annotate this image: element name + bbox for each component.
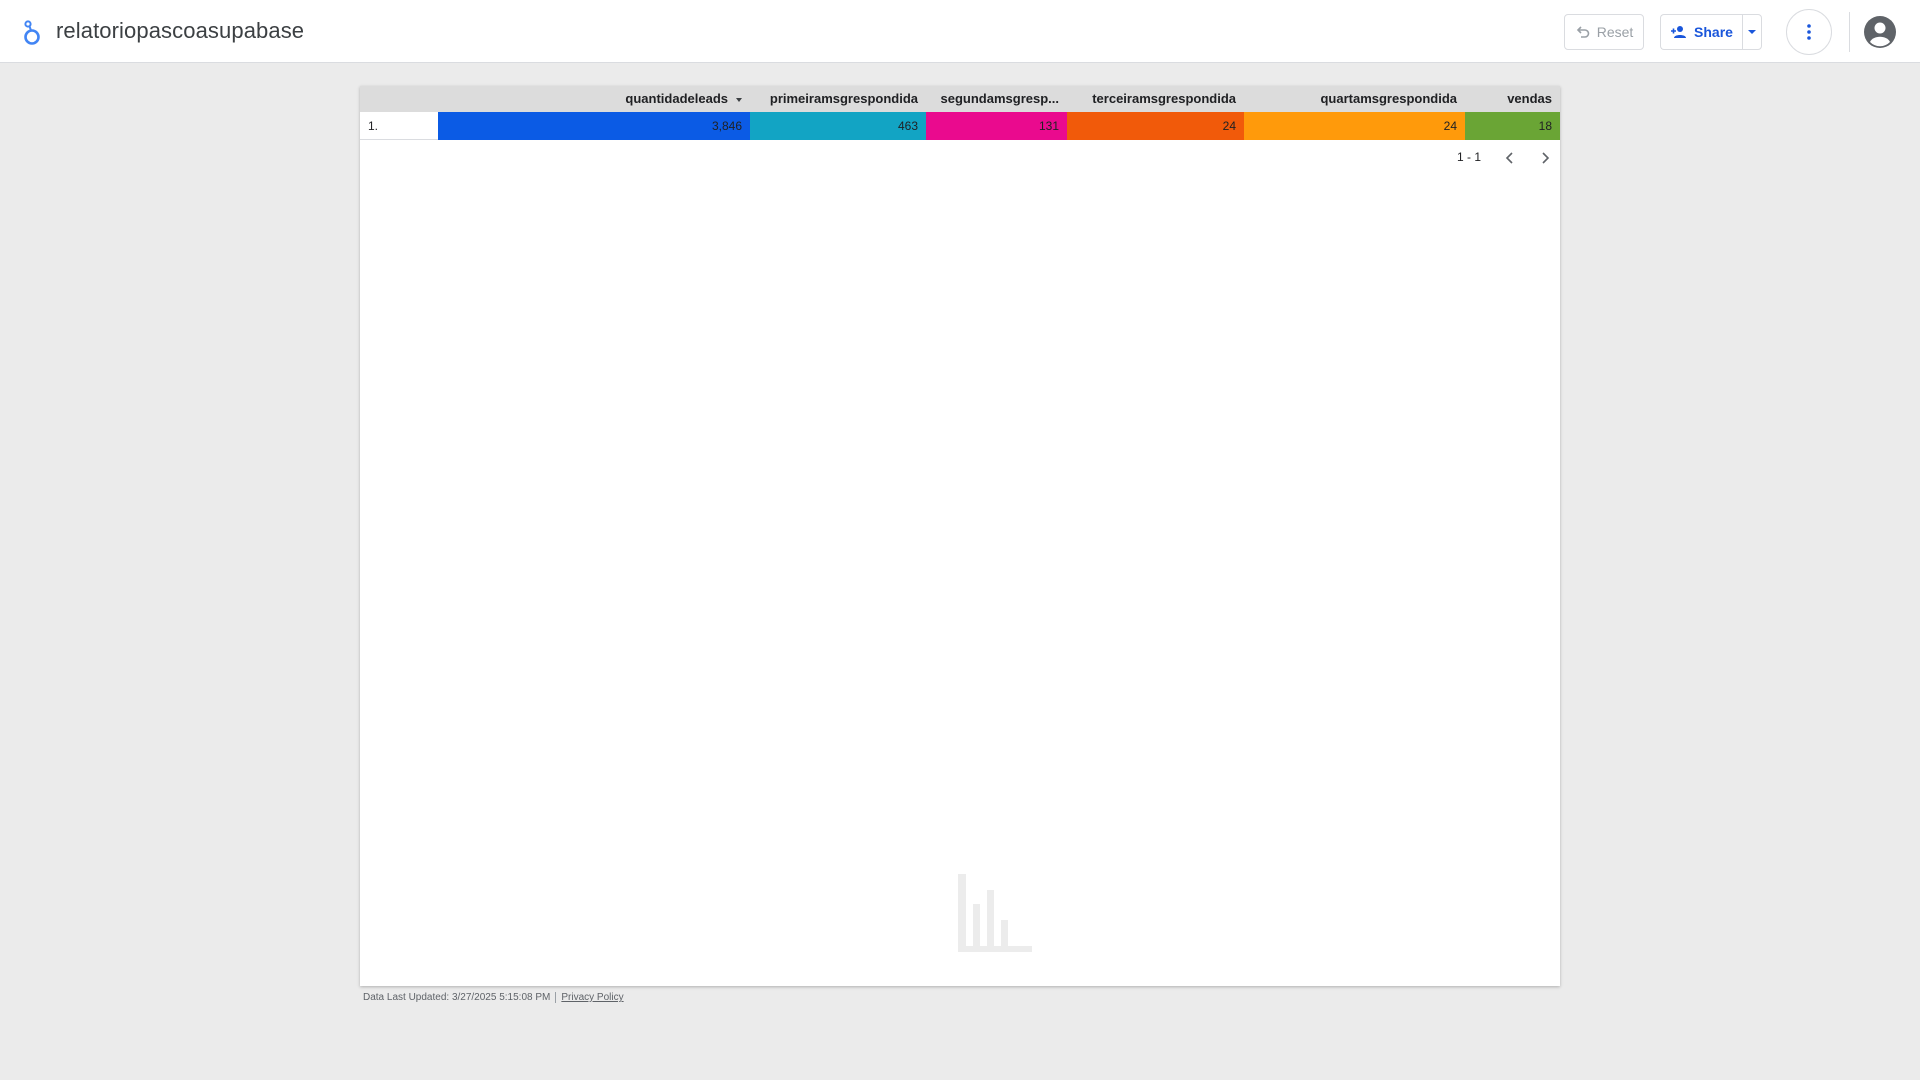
table-pagination: 1 - 1 [360,148,1560,168]
chevron-left-icon[interactable] [1502,150,1518,166]
column-header-label: quartamsgrespondida [1320,91,1457,106]
row-index: 1. [368,119,379,133]
more-vert-icon [1807,24,1811,40]
caret-down-icon [1748,30,1756,34]
report-footer: Data Last Updated: 3/27/2025 5:15:08 PM P… [363,992,624,1003]
header-divider [1849,12,1850,52]
table-header: quantidadeleads primeiramsgrespondida se… [360,86,1560,112]
column-header-segundamsgrespondida[interactable]: segundamsgresp... [926,86,1067,112]
column-header-vendas[interactable]: vendas [1465,86,1560,112]
more-options-button[interactable] [1786,9,1832,55]
reset-button[interactable]: Reset [1564,14,1644,50]
data-last-updated: Data Last Updated: 3/27/2025 5:15:08 PM [363,992,551,1004]
account-circle-icon[interactable] [1863,15,1897,49]
undo-icon [1576,26,1589,38]
column-header-label: primeiramsgrespondida [769,91,918,106]
report-canvas: quantidadeleads primeiramsgrespondida se… [360,86,1560,986]
privacy-policy-link[interactable]: Privacy Policy [561,992,623,1003]
sort-descending-icon [736,97,742,102]
share-label: Share [1694,24,1733,40]
column-header-primeiramsgrespondida[interactable]: primeiramsgrespondida [750,86,926,112]
cell-quantidadeleads: 3,846 [438,112,750,140]
cell-primeiramsgrespondida: 463 [750,112,926,140]
share-button[interactable]: Share [1660,14,1742,50]
reset-label: Reset [1596,24,1634,40]
chevron-right-icon[interactable] [1537,150,1553,166]
cell-segundamsgrespondida: 131 [926,112,1067,140]
cell-terceiramsgrespondida: 24 [1067,112,1244,140]
report-title[interactable]: relatoriopascoasupabase [56,18,304,44]
column-header-quartamsgrespondida[interactable]: quartamsgrespondida [1244,86,1465,112]
column-header-label: segundamsgresp... [940,91,1059,106]
chart-placeholder-icon [958,874,1032,952]
app-header: relatoriopascoasupabase Reset Share [0,0,1920,63]
share-options-button[interactable] [1742,14,1762,50]
column-header-label: terceiramsgrespondida [1092,91,1236,106]
cell-vendas: 18 [1465,112,1560,140]
looker-studio-logo-icon[interactable] [20,18,44,46]
footer-separator [555,992,557,1003]
cell-quartamsgrespondida: 24 [1244,112,1465,140]
table-row[interactable]: 1. 3,846 463 131 24 24 18 [360,112,1560,140]
column-header-terceiramsgrespondida[interactable]: terceiramsgrespondida [1067,86,1244,112]
pagination-range: 1 - 1 [1457,150,1482,164]
person-add-icon [1671,26,1687,38]
column-header-label: quantidadeleads [625,91,728,106]
column-header-quantidadeleads[interactable]: quantidadeleads [438,86,750,112]
column-header-label: vendas [1507,91,1552,106]
